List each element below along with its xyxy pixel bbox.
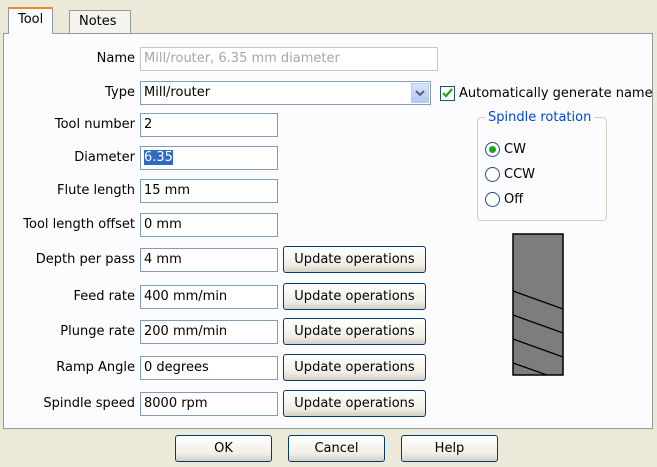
spindle-rotation-title: Spindle rotation xyxy=(485,109,595,127)
tab-tool[interactable]: Tool xyxy=(8,7,54,34)
checkmark-icon xyxy=(442,88,453,98)
depth-per-pass-field[interactable]: 4 mm xyxy=(140,248,278,272)
plunge-rate-field[interactable]: 200 mm/min xyxy=(140,320,278,344)
cancel-button[interactable]: Cancel xyxy=(288,435,385,462)
spindle-off-radio[interactable] xyxy=(485,192,500,207)
flute-length-label: Flute length xyxy=(57,183,135,198)
auto-name-checkbox[interactable] xyxy=(440,86,455,101)
feed-rate-field[interactable]: 400 mm/min xyxy=(140,285,278,309)
type-select[interactable]: Mill/router xyxy=(140,81,431,105)
help-button[interactable]: Help xyxy=(401,435,498,462)
type-select-value: Mill/router xyxy=(144,85,211,100)
tool-preview-icon xyxy=(512,233,564,376)
spindle-cw-label: CW xyxy=(504,142,526,157)
tool-number-label: Tool number xyxy=(54,117,135,132)
diameter-field[interactable]: 6.35 xyxy=(140,146,278,170)
tab-notes[interactable]: Notes xyxy=(69,10,131,34)
spindle-cw-radio[interactable] xyxy=(485,142,500,157)
spindle-off-label: Off xyxy=(504,192,524,207)
spindle-speed-label: Spindle speed xyxy=(43,396,135,411)
flute-length-field[interactable]: 15 mm xyxy=(140,179,278,203)
feed-update-button[interactable]: Update operations xyxy=(283,283,426,310)
radio-selected-dot xyxy=(489,146,496,153)
name-field: Mill/router, 6.35 mm diameter xyxy=(140,47,438,71)
depth-update-button[interactable]: Update operations xyxy=(283,246,426,273)
type-label: Type xyxy=(105,85,135,100)
spindle-ccw-label: CCW xyxy=(504,167,536,182)
spindle-update-button[interactable]: Update operations xyxy=(283,390,426,417)
ok-button[interactable]: OK xyxy=(175,435,272,462)
ramp-angle-field[interactable]: 0 degrees xyxy=(140,356,278,380)
tool-number-field[interactable]: 2 xyxy=(140,113,278,137)
auto-name-label: Automatically generate name xyxy=(459,86,653,101)
ramp-angle-label: Ramp Angle xyxy=(56,360,135,375)
spindle-speed-field[interactable]: 8000 rpm xyxy=(140,392,278,416)
plunge-update-button[interactable]: Update operations xyxy=(283,318,426,345)
tool-length-offset-label: Tool length offset xyxy=(23,217,135,232)
feed-rate-label: Feed rate xyxy=(73,289,135,304)
depth-per-pass-label: Depth per pass xyxy=(35,252,135,267)
plunge-rate-label: Plunge rate xyxy=(60,324,135,339)
chevron-down-icon[interactable] xyxy=(411,83,429,103)
tool-length-offset-field[interactable]: 0 mm xyxy=(140,213,278,237)
diameter-label: Diameter xyxy=(74,150,135,165)
name-label: Name xyxy=(96,51,135,66)
ramp-update-button[interactable]: Update operations xyxy=(283,354,426,381)
spindle-ccw-radio[interactable] xyxy=(485,167,500,182)
diameter-value: 6.35 xyxy=(144,150,173,165)
